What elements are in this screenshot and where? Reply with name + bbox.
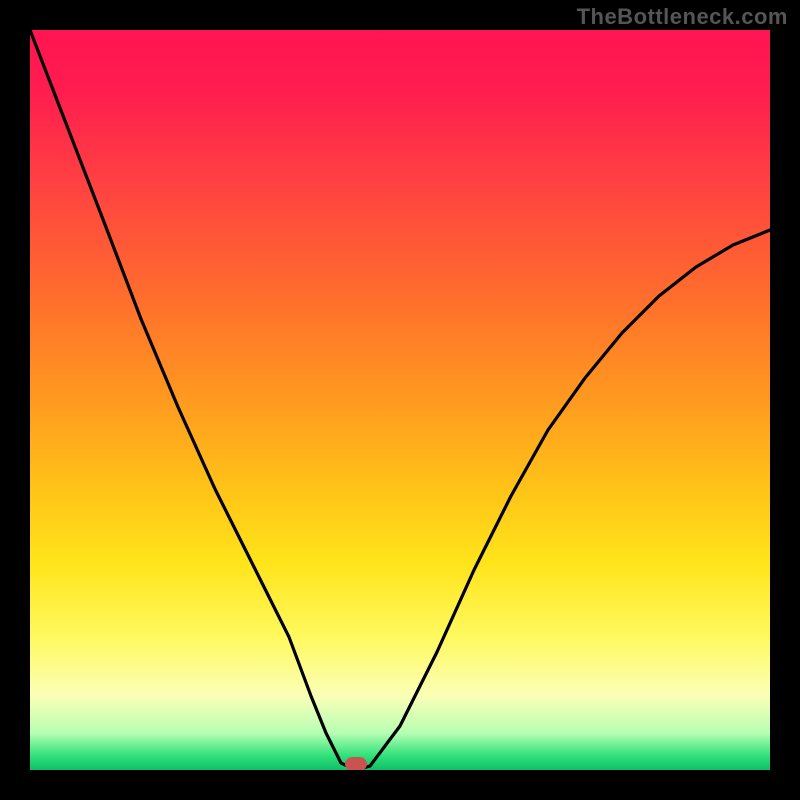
optimum-marker <box>345 757 367 770</box>
curve-path <box>30 30 770 770</box>
plot-area <box>30 30 770 770</box>
watermark-text: TheBottleneck.com <box>577 4 788 30</box>
chart-frame: TheBottleneck.com <box>0 0 800 800</box>
bottleneck-curve <box>30 30 770 770</box>
